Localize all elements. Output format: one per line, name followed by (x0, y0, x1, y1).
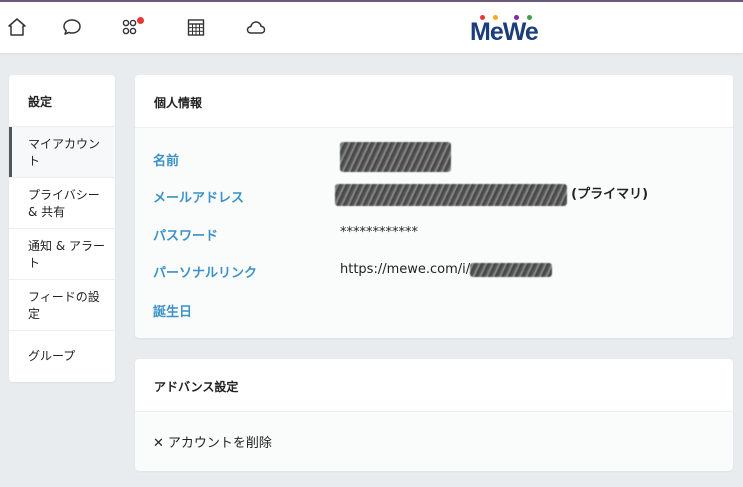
personal-info-title: 個人情報 (135, 75, 733, 128)
name-label: 名前 (153, 154, 180, 169)
home-icon[interactable] (6, 16, 28, 38)
password-label: パスワード (153, 229, 219, 244)
chat-icon[interactable] (61, 16, 83, 38)
mewe-logo[interactable]: MeWe (470, 12, 550, 46)
birthday-row[interactable]: 誕生日 (153, 301, 192, 320)
sidebar-item-label: フィードの設定 (28, 290, 100, 321)
email-value-redacted (335, 183, 567, 206)
delete-account-label: アカウントを削除 (167, 436, 272, 451)
personal-link-prefix: https://mewe.com/i/ (340, 262, 471, 277)
password-row[interactable]: パスワード ************ (153, 225, 418, 244)
sidebar-item-label: グループ (28, 349, 76, 363)
name-value-redacted (340, 142, 451, 172)
sidebar-item-label: 通知 & アラート (28, 239, 105, 270)
name-row[interactable]: 名前 (153, 142, 451, 172)
email-label: メールアドレス (153, 191, 245, 206)
sidebar-item-groups[interactable]: グループ (9, 331, 115, 382)
cloud-icon[interactable] (245, 16, 267, 38)
personal-info-card: 個人情報 名前 メールアドレス (プライマリ) パスワード **********… (135, 75, 733, 338)
delete-account-button[interactable]: ✕ アカウントを削除 (153, 432, 272, 451)
personal-link-redacted (470, 262, 553, 277)
sidebar-item-privacy[interactable]: プライバシー & 共有 (9, 178, 115, 229)
advanced-settings-title: アドバンス設定 (135, 359, 733, 412)
sidebar-item-my-account[interactable]: マイアカウント (9, 127, 115, 178)
password-value: ************ (340, 225, 418, 240)
calendar-icon[interactable] (185, 16, 207, 38)
personal-link-label: パーソナルリンク (153, 266, 258, 281)
close-icon: ✕ (153, 436, 164, 451)
groups-icon[interactable] (120, 16, 144, 38)
email-primary-tag: (プライマリ) (571, 187, 649, 202)
logo-text: MeWe (470, 18, 539, 46)
sidebar-title: 設定 (9, 75, 115, 127)
sidebar-item-label: マイアカウント (28, 137, 101, 168)
top-navigation-bar: MeWe (0, 0, 743, 53)
advanced-settings-card: アドバンス設定 ✕ アカウントを削除 (135, 359, 733, 471)
birthday-label: 誕生日 (153, 305, 193, 320)
sidebar-item-label: プライバシー & 共有 (28, 188, 100, 219)
settings-sidebar: 設定 マイアカウント プライバシー & 共有 通知 & アラート フィードの設定… (9, 75, 115, 382)
personal-link-row[interactable]: パーソナルリンク https://mewe.com/i/ (153, 262, 553, 281)
email-row[interactable]: メールアドレス (プライマリ) (153, 183, 648, 206)
sidebar-item-notifications[interactable]: 通知 & アラート (9, 229, 115, 280)
notification-badge (137, 17, 144, 24)
sidebar-item-feed-settings[interactable]: フィードの設定 (9, 280, 115, 331)
